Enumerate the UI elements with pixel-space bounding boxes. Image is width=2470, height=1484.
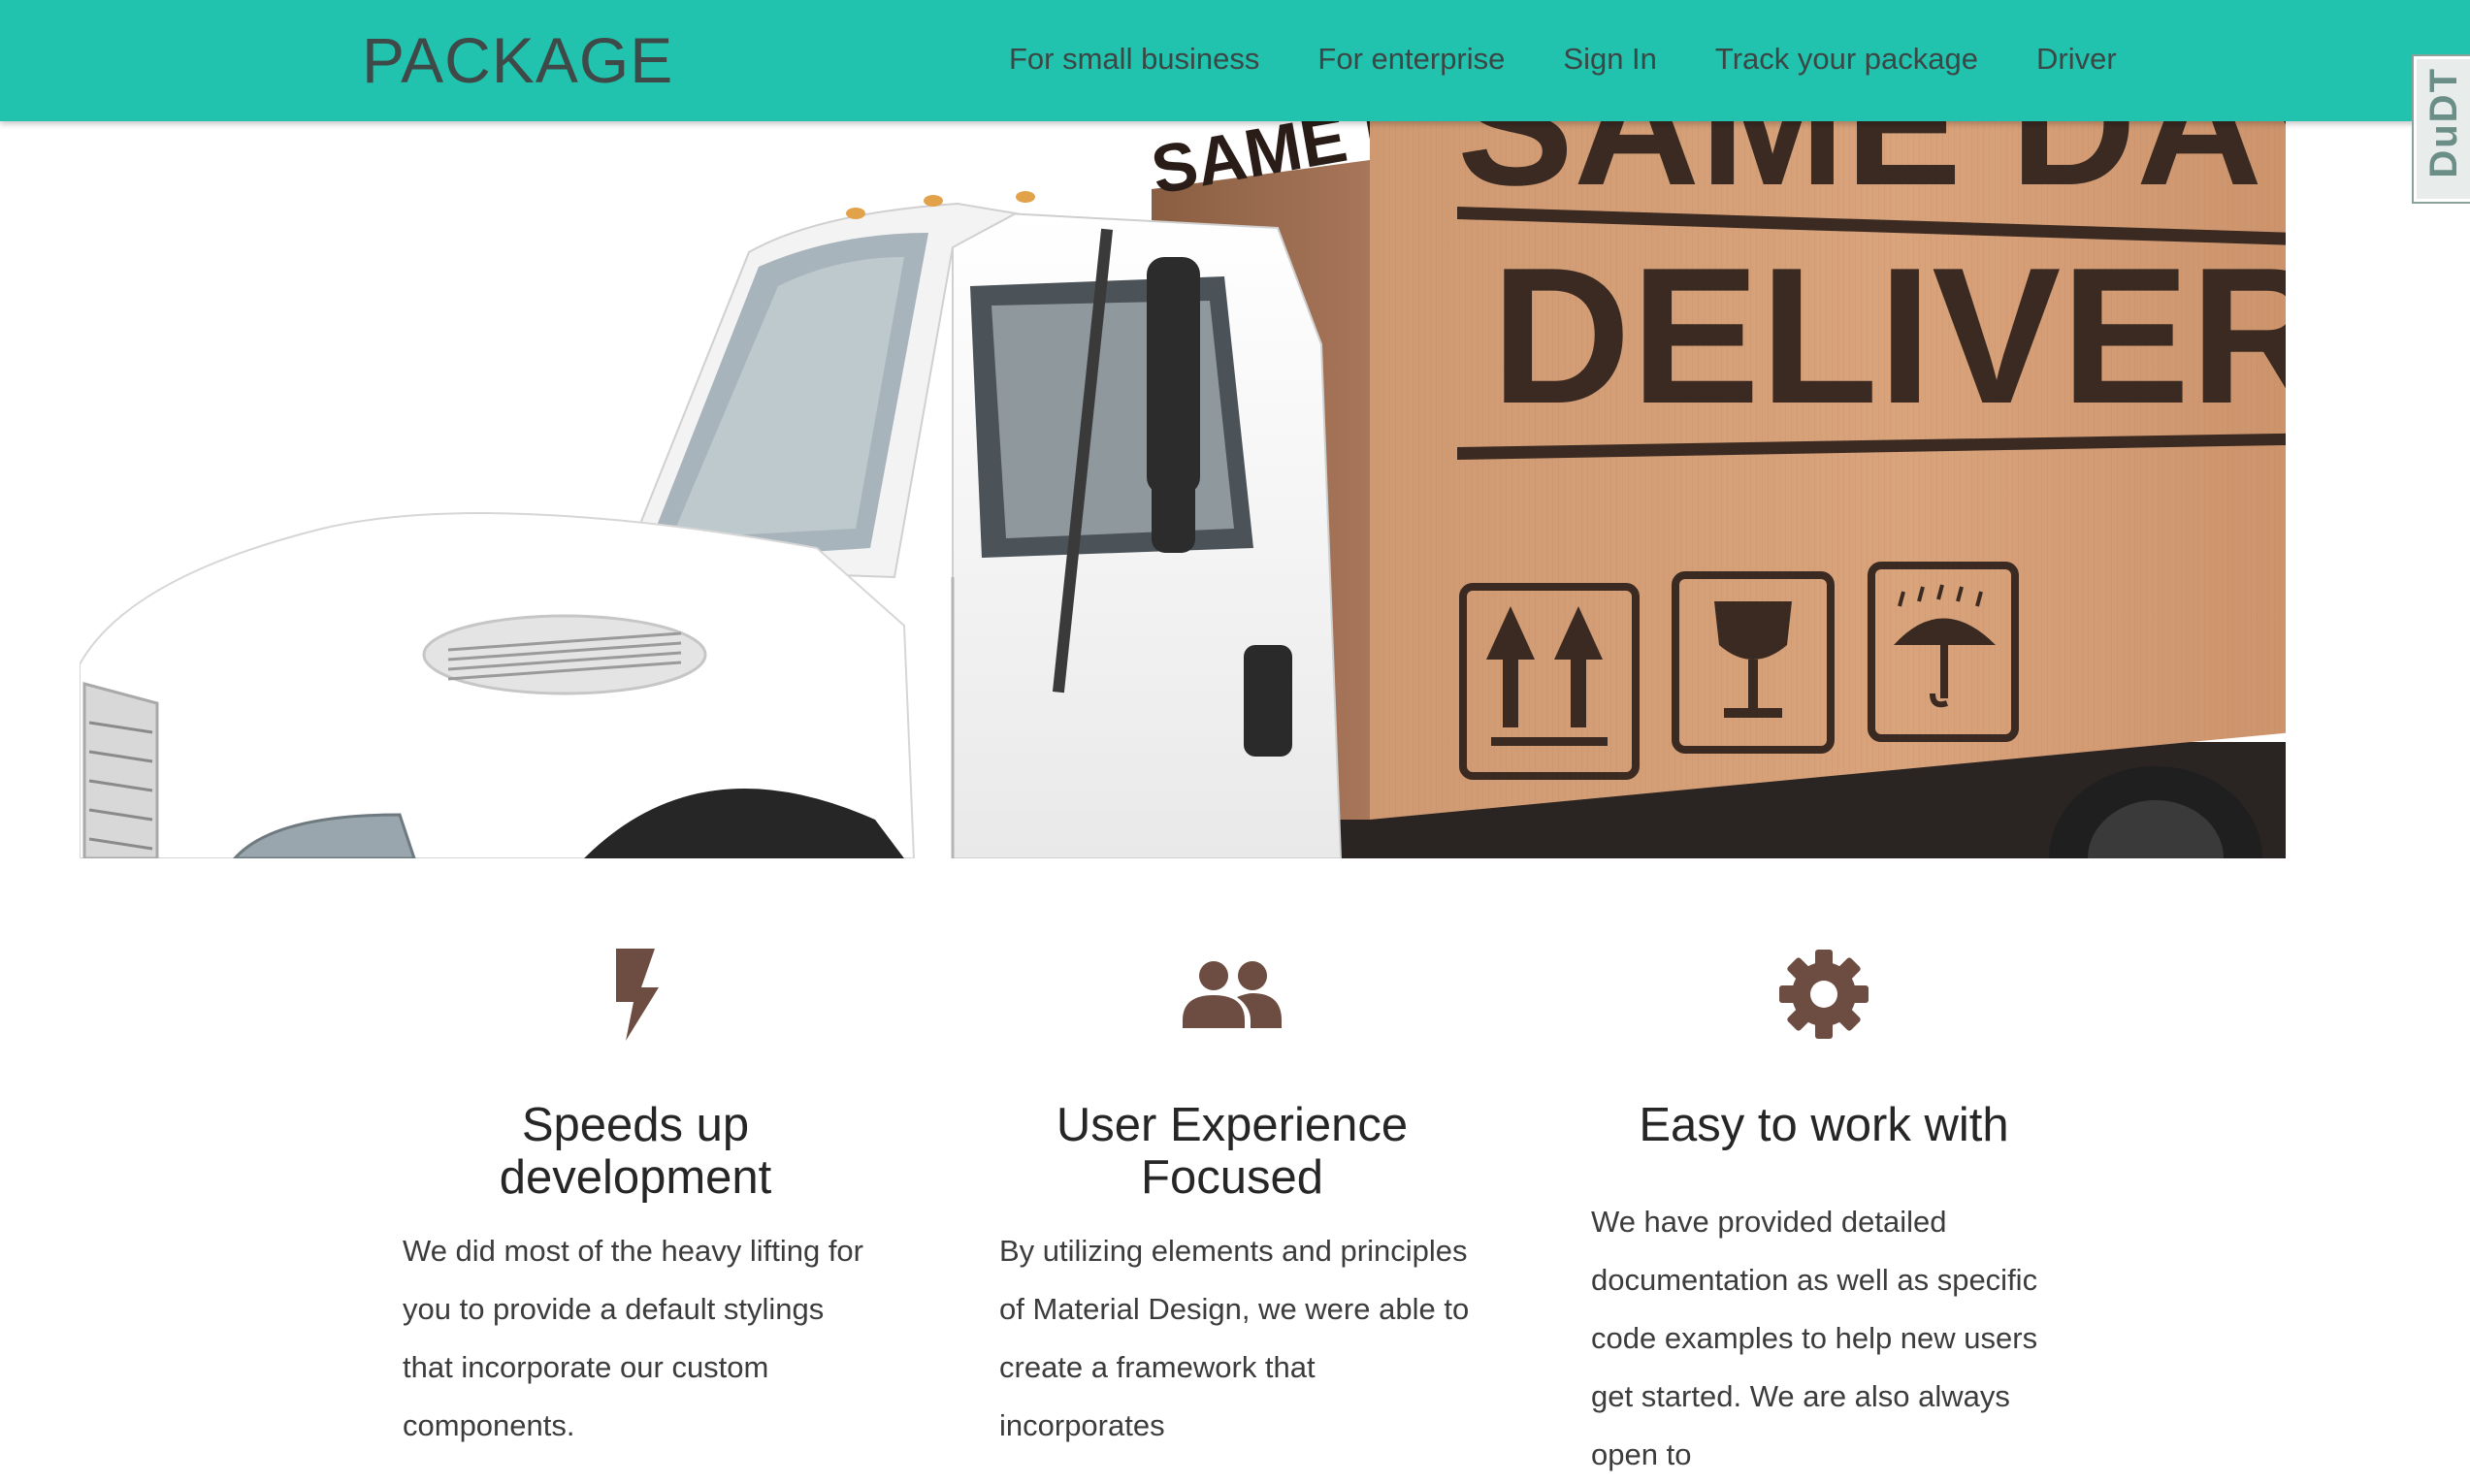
side-extension-widget[interactable]: DuDT — [2412, 54, 2470, 204]
feature-title: User Experience Focused — [1056, 1099, 1409, 1204]
side-widget-label: DuDT — [2422, 67, 2465, 178]
hero-truck-image: SAME DAY SAME DAY DELIVERY — [80, 121, 2286, 858]
nav-link-sign-in[interactable]: Sign In — [1534, 35, 1686, 83]
settings-icon — [1779, 950, 1869, 1039]
hero-banner: SAME DAY SAME DAY DELIVERY — [80, 121, 2286, 858]
brand-logo[interactable]: PACKAGE — [362, 21, 673, 99]
nav-link-driver[interactable]: Driver — [2007, 35, 2146, 83]
nav-links: For small business For enterprise Sign I… — [980, 35, 2146, 83]
flash-icon — [616, 948, 659, 1041]
top-navbar: PACKAGE For small business For enterpris… — [0, 0, 2470, 121]
feature-description: We did most of the heavy lifting for you… — [403, 1234, 863, 1442]
nav-link-enterprise[interactable]: For enterprise — [1288, 35, 1534, 83]
feature-description: We have provided detailed documentation … — [1591, 1205, 2038, 1471]
feature-title: Speeds up development — [499, 1099, 772, 1204]
truck-headline-top: SAME DAY — [1457, 121, 2286, 222]
nav-link-small-business[interactable]: For small business — [980, 35, 1288, 83]
group-icon — [1183, 961, 1282, 1028]
truck-headline-main: DELIVERY — [1491, 228, 2286, 444]
feature-title: Easy to work with — [1639, 1099, 2009, 1151]
nav-link-track-package[interactable]: Track your package — [1686, 35, 2007, 83]
feature-description: By utilizing elements and principles of … — [999, 1234, 1470, 1442]
